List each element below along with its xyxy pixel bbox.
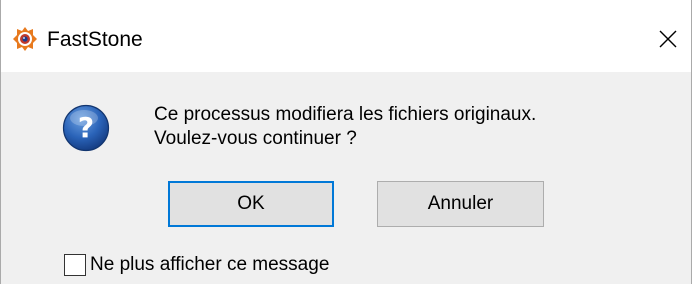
ok-button[interactable]: OK: [168, 181, 334, 227]
svg-text:?: ?: [78, 111, 94, 144]
dialog-window: FastStone ? Ce processus modifiera les f…: [0, 0, 692, 284]
question-icon: ?: [62, 104, 110, 152]
title-bar: FastStone: [1, 0, 691, 72]
dialog-message: Ce processus modifiera les fichiers orig…: [154, 103, 536, 151]
cancel-button[interactable]: Annuler: [377, 181, 544, 227]
window-title: FastStone: [47, 28, 143, 51]
dont-show-again-row[interactable]: Ne plus afficher ce message: [64, 253, 329, 277]
dont-show-again-label[interactable]: Ne plus afficher ce message: [90, 254, 329, 276]
close-button[interactable]: [645, 18, 691, 60]
faststone-eye-icon: [13, 27, 37, 51]
close-icon: [659, 30, 677, 48]
dont-show-again-checkbox[interactable]: [64, 254, 86, 276]
message-line-1: Ce processus modifiera les fichiers orig…: [154, 104, 537, 125]
message-line-2: Voulez-vous continuer ?: [154, 128, 357, 149]
